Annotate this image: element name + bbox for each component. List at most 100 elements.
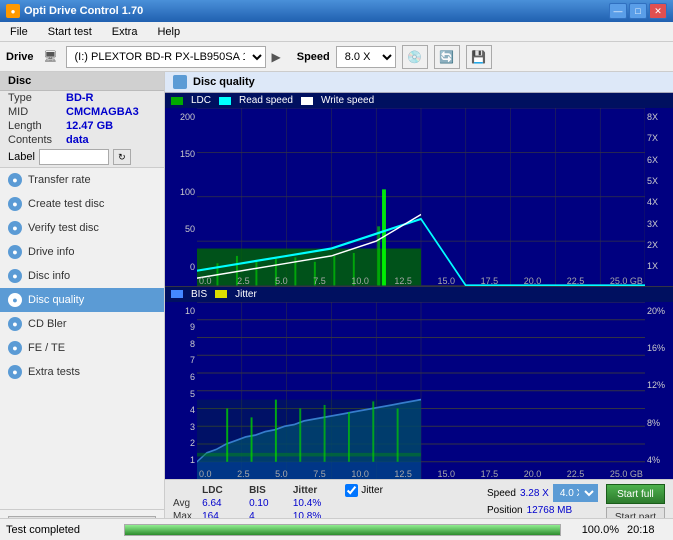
jitter-checkbox[interactable] <box>345 484 358 497</box>
cd-bler-icon: ● <box>8 317 22 331</box>
bis-legend-label: BIS <box>191 289 207 300</box>
bottom-chart-x-labels: 0.0 2.5 5.0 7.5 10.0 12.5 15.0 17.5 20.0… <box>197 469 645 479</box>
disc-length-label: Length <box>8 120 66 132</box>
bottom-chart-body: 10 9 8 7 6 5 4 3 2 1 <box>165 302 673 480</box>
jitter-legend-label: Jitter <box>235 289 257 300</box>
drive-icon: 🖥 <box>44 50 58 63</box>
position-row: Position 12768 MB <box>487 505 598 516</box>
top-chart-svg-container: 0.0 2.5 5.0 7.5 10.0 12.5 15.0 17.5 20.0… <box>197 108 645 286</box>
speed-label: Speed <box>297 51 330 63</box>
bottom-chart-legend: BIS Jitter <box>165 287 673 302</box>
bis-legend-color <box>171 290 183 298</box>
top-chart: LDC Read speed Write speed 200 150 100 5… <box>165 93 673 286</box>
drive-select[interactable]: (I:) PLEXTOR BD-R PX-LB950SA 1.04 <box>66 46 266 68</box>
bottom-chart-y-labels: 10 9 8 7 6 5 4 3 2 1 <box>165 302 197 480</box>
sidebar-item-cd-bler-label: CD Bler <box>28 318 67 330</box>
sidebar-item-drive-info[interactable]: ● Drive info <box>0 240 164 264</box>
sidebar-item-transfer-rate-label: Transfer rate <box>28 174 91 186</box>
title-bar: ● Opti Drive Control 1.70 — □ ✕ <box>0 0 673 22</box>
disc-label-refresh-button[interactable]: ↻ <box>113 149 131 165</box>
sidebar-item-create-test-disc-label: Create test disc <box>28 198 104 210</box>
bottom-chart: BIS Jitter 10 9 8 7 6 5 4 3 2 1 <box>165 286 673 480</box>
sidebar-item-create-test-disc[interactable]: ● Create test disc <box>0 192 164 216</box>
write-speed-legend-color <box>301 97 313 105</box>
sidebar-item-extra-tests[interactable]: ● Extra tests <box>0 360 164 384</box>
sidebar-item-disc-quality-label: Disc quality <box>28 294 84 306</box>
sidebar-item-verify-test-disc-label: Verify test disc <box>28 222 99 234</box>
toolbar-btn-2[interactable]: 🔄 <box>434 45 460 69</box>
menu-help[interactable]: Help <box>151 24 186 40</box>
status-bar: Test completed 100.0% 20:18 <box>0 518 673 540</box>
top-chart-y-labels: 200 150 100 50 0 <box>165 108 197 286</box>
sidebar-item-drive-info-label: Drive info <box>28 246 74 258</box>
sidebar-item-transfer-rate[interactable]: ● Transfer rate <box>0 168 164 192</box>
window-controls: — □ ✕ <box>609 3 667 19</box>
menu-extra[interactable]: Extra <box>106 24 144 40</box>
toolbar-btn-3[interactable]: 💾 <box>466 45 492 69</box>
close-button[interactable]: ✕ <box>649 3 667 19</box>
maximize-button[interactable]: □ <box>629 3 647 19</box>
position-value: 12768 MB <box>527 505 573 516</box>
jitter-checkbox-area: Jitter <box>345 484 383 497</box>
disc-contents-value: data <box>66 134 89 146</box>
menu-file[interactable]: File <box>4 24 34 40</box>
top-chart-body: 200 150 100 50 0 <box>165 108 673 286</box>
app-title: Opti Drive Control 1.70 <box>24 5 143 17</box>
main-layout: Disc Type BD-R MID CMCMAGBA3 Length 12.4… <box>0 72 673 540</box>
content-header: Disc quality <box>165 72 673 93</box>
disc-info-icon: ● <box>8 269 22 283</box>
disc-mid-value: CMCMAGBA3 <box>66 106 139 118</box>
disc-type-label: Type <box>8 92 66 104</box>
top-chart-legend: LDC Read speed Write speed <box>165 93 673 108</box>
transfer-rate-icon: ● <box>8 173 22 187</box>
ldc-legend-color <box>171 97 183 105</box>
disc-length-row: Length 12.47 GB <box>0 119 164 133</box>
progress-bar-fill <box>125 525 560 535</box>
bottom-chart-svg <box>197 302 645 480</box>
jitter-legend-color <box>215 290 227 298</box>
speed-row: Speed 3.28 X 4.0 X <box>487 484 598 502</box>
drive-bar: Drive 🖥 (I:) PLEXTOR BD-R PX-LB950SA 1.0… <box>0 42 673 72</box>
top-chart-svg <box>197 108 645 286</box>
disc-length-value: 12.47 GB <box>66 120 113 132</box>
content-title: Disc quality <box>193 76 255 88</box>
speed-select-bottom[interactable]: 4.0 X <box>553 484 598 502</box>
create-test-disc-icon: ● <box>8 197 22 211</box>
sidebar-item-cd-bler[interactable]: ● CD Bler <box>0 312 164 336</box>
sidebar-item-extra-tests-label: Extra tests <box>28 366 80 378</box>
disc-mid-label: MID <box>8 106 66 118</box>
sidebar: Disc Type BD-R MID CMCMAGBA3 Length 12.4… <box>0 72 165 540</box>
disc-section: Disc Type BD-R MID CMCMAGBA3 Length 12.4… <box>0 72 164 168</box>
minimize-button[interactable]: — <box>609 3 627 19</box>
content-header-icon <box>173 75 187 89</box>
drive-info-icon: ● <box>8 245 22 259</box>
jitter-checkbox-label: Jitter <box>361 485 383 496</box>
write-speed-legend-label: Write speed <box>321 95 374 106</box>
disc-contents-label: Contents <box>8 134 66 146</box>
speed-label-bottom: Speed <box>487 488 516 499</box>
disc-mid-row: MID CMCMAGBA3 <box>0 105 164 119</box>
sidebar-item-verify-test-disc[interactable]: ● Verify test disc <box>0 216 164 240</box>
sidebar-item-disc-quality[interactable]: ● Disc quality <box>0 288 164 312</box>
sidebar-item-disc-info[interactable]: ● Disc info <box>0 264 164 288</box>
sidebar-item-fe-te[interactable]: ● FE / TE <box>0 336 164 360</box>
drive-label: Drive <box>6 51 34 63</box>
table-row: Avg 6.64 0.10 10.4% <box>173 497 329 510</box>
drive-arrow-icon: ▶ <box>272 50 281 64</box>
top-chart-y-labels-right: 8X 7X 6X 5X 4X 3X 2X 1X <box>645 108 673 286</box>
read-speed-legend-label: Read speed <box>239 95 293 106</box>
speed-select[interactable]: 8.0 X <box>336 46 396 68</box>
start-full-button[interactable]: Start full <box>606 484 665 504</box>
bottom-chart-y-labels-right: 20% 16% 12% 8% 4% <box>645 302 673 480</box>
toolbar-btn-1[interactable]: 💿 <box>402 45 428 69</box>
top-chart-x-labels: 0.0 2.5 5.0 7.5 10.0 12.5 15.0 17.5 20.0… <box>197 276 645 286</box>
disc-label-text: Label <box>8 151 35 163</box>
bottom-chart-svg-container: 0.0 2.5 5.0 7.5 10.0 12.5 15.0 17.5 20.0… <box>197 302 645 480</box>
disc-label-input[interactable] <box>39 149 109 165</box>
app-icon: ● <box>6 4 20 18</box>
menu-start-test[interactable]: Start test <box>42 24 98 40</box>
disc-contents-row: Contents data <box>0 133 164 147</box>
disc-label-row: Label ↻ <box>0 147 164 167</box>
sidebar-item-fe-te-label: FE / TE <box>28 342 65 354</box>
fe-te-icon: ● <box>8 341 22 355</box>
